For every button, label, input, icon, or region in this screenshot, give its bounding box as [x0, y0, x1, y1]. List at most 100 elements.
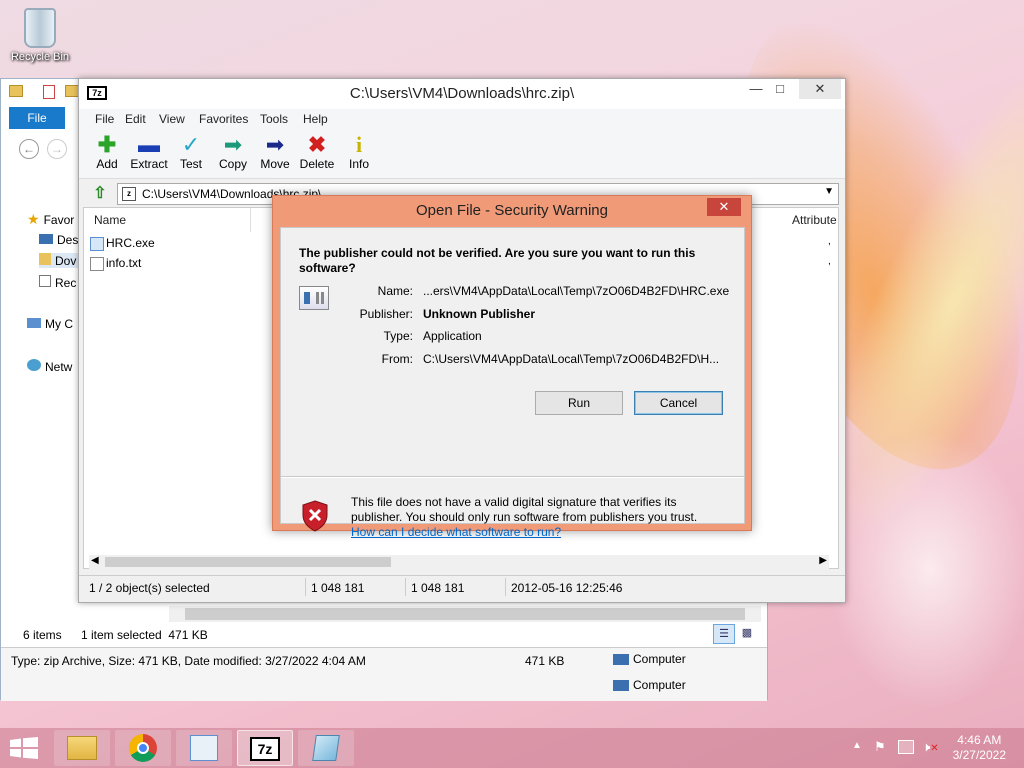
nav-computer[interactable]: My C [27, 317, 73, 331]
network-icon [27, 359, 41, 371]
explorer-hscroll[interactable] [169, 606, 761, 622]
attribute-cell: , [828, 236, 831, 247]
folder-icon [67, 736, 97, 760]
up-folder-button[interactable]: ⇧ [91, 185, 109, 203]
nav-recent[interactable]: Rec [39, 275, 76, 290]
move-button[interactable]: ➡ Move [255, 132, 295, 172]
column-header-name[interactable]: Name [94, 208, 254, 232]
start-button[interactable] [10, 737, 38, 759]
menu-edit[interactable]: Edit [125, 112, 146, 126]
minus-icon: ▬ [138, 132, 160, 157]
column-divider [250, 208, 251, 232]
sevenzip-title: C:\Users\VM4\Downloads\hrc.zip\ [349, 85, 575, 102]
details-text: Type: zip Archive, Size: 471 KB, Date mo… [11, 654, 366, 668]
copy-button[interactable]: ➡ Copy [213, 132, 253, 172]
large-icons-view-button[interactable]: ▩ [737, 624, 757, 644]
extract-button[interactable]: ▬ Extract [129, 132, 169, 172]
recent-icon [39, 275, 51, 287]
menu-tools[interactable]: Tools [260, 112, 288, 126]
delete-button[interactable]: ✖ Delete [297, 132, 337, 172]
taskbar-chrome[interactable] [115, 730, 171, 766]
status-size: 1 048 181 [311, 581, 365, 595]
new-folder-icon[interactable] [65, 85, 79, 97]
close-button[interactable]: ✕ [799, 79, 841, 99]
sevenzip-statusbar: 1 / 2 object(s) selected 1 048 181 1 048… [79, 575, 845, 599]
properties-icon[interactable] [43, 85, 55, 99]
taskbar-7zip[interactable]: 7z [237, 730, 293, 766]
menu-view[interactable]: View [159, 112, 185, 126]
cancel-button[interactable]: Cancel [634, 391, 723, 415]
taskbar-control-panel[interactable] [176, 730, 232, 766]
explorer-status-items: 6 items [23, 628, 62, 642]
explorer-status-selected: 1 item selected 471 KB [81, 628, 208, 642]
dialog-body: The publisher could not be verified. Are… [280, 227, 745, 539]
add-button[interactable]: ✚ Add [87, 133, 127, 172]
explorer-hscroll-thumb[interactable] [185, 608, 745, 620]
delete-x-icon: ✖ [307, 132, 327, 157]
hscroll-thumb[interactable] [105, 557, 391, 567]
maximize-button[interactable]: □ [763, 79, 797, 99]
help-link[interactable]: How can I decide what software to run? [351, 525, 731, 540]
menu-favorites[interactable]: Favorites [199, 112, 248, 126]
ribbon-file-tab[interactable]: File [9, 107, 65, 129]
recycle-bin[interactable]: Recycle Bin [6, 6, 74, 63]
desktop-icon [39, 234, 53, 244]
dialog-question: The publisher could not be verified. Are… [299, 246, 696, 275]
tray-clock[interactable]: 4:46 AM 3/27/2022 [953, 733, 1006, 763]
info-button[interactable]: i Info [339, 133, 379, 172]
taskbar-notepad[interactable] [298, 730, 354, 766]
details-view-button[interactable]: ☰ [713, 624, 735, 644]
value-name: ...ers\VM4\AppData\Local\Temp\7zO06D4B2F… [423, 284, 730, 298]
checkmark-icon: ✓ [181, 132, 201, 157]
nav-network[interactable]: Netw [27, 359, 72, 374]
recycle-bin-icon [24, 8, 56, 48]
sevenzip-hscroll[interactable]: ◀ ▶ [89, 555, 829, 569]
dialog-close-button[interactable]: ✕ [707, 198, 741, 216]
folder-icon[interactable] [9, 85, 23, 97]
windows-logo-icon [10, 737, 38, 759]
volume-muted-icon[interactable]: 🕨✕ [922, 739, 939, 755]
nav-favorites[interactable]: ★ Favor [27, 211, 74, 228]
scroll-left-arrow[interactable]: ◀ [91, 555, 99, 566]
file-row-info[interactable]: info.txt [90, 256, 141, 271]
value-publisher: Unknown Publisher [423, 307, 536, 321]
menu-file[interactable]: File [95, 112, 114, 126]
zip-icon: z [122, 187, 136, 201]
show-hidden-icons-button[interactable]: ▲ [852, 740, 862, 751]
forward-button[interactable]: → [47, 139, 67, 159]
explorer-quick-access-toolbar [9, 83, 79, 101]
scroll-right-arrow[interactable]: ▶ [819, 555, 827, 566]
run-button[interactable]: Run [535, 391, 623, 415]
details-pane: Type: zip Archive, Size: 471 KB, Date mo… [1, 647, 767, 701]
clock-date: 3/27/2022 [952, 748, 1006, 762]
copy-arrow-icon: ➡ [223, 132, 243, 157]
menu-help[interactable]: Help [303, 112, 328, 126]
taskbar: 7z ▲ ⚑ 🕨✕ 4:46 AM 3/27/2022 [0, 728, 1024, 768]
toolbar: ✚ Add ▬ Extract ✓ Test ➡ Copy ➡ Move ✖ Delete … [79, 129, 845, 179]
chrome-icon [129, 734, 157, 762]
label-publisher: Publisher: [359, 307, 413, 321]
menu-bar: File Edit View Favorites Tools Help [79, 109, 845, 129]
details-location-2: Computer [613, 678, 686, 692]
security-warning-dialog: Open File - Security Warning ✕ The publi… [272, 195, 752, 539]
back-button[interactable]: ← [19, 139, 39, 159]
nav-downloads[interactable]: Dov [39, 253, 81, 268]
action-center-flag-icon[interactable]: ⚑ [874, 740, 888, 754]
dialog-separator [281, 476, 744, 477]
chevron-down-icon[interactable]: ▼ [824, 186, 834, 197]
sevenzip-titlebar[interactable]: 7z C:\Users\VM4\Downloads\hrc.zip\ — □ ✕ [79, 79, 845, 109]
recycle-bin-label: Recycle Bin [10, 51, 70, 63]
star-icon: ★ [27, 211, 40, 227]
nav-desktop[interactable]: Des [39, 233, 78, 247]
value-type: Application [423, 329, 482, 343]
dialog-title: Open File - Security Warning [415, 202, 608, 219]
file-row-hrc[interactable]: HRC.exe [90, 236, 155, 251]
warning-text-block: This file does not have a valid digital … [351, 495, 731, 540]
column-header-attributes[interactable]: Attribute [792, 208, 842, 232]
move-arrow-icon: ➡ [265, 132, 285, 157]
label-name: Name: [377, 284, 413, 298]
test-button[interactable]: ✓ Test [171, 132, 211, 172]
computer-icon [27, 318, 41, 328]
network-tray-icon[interactable] [898, 740, 914, 754]
taskbar-file-explorer[interactable] [54, 730, 110, 766]
